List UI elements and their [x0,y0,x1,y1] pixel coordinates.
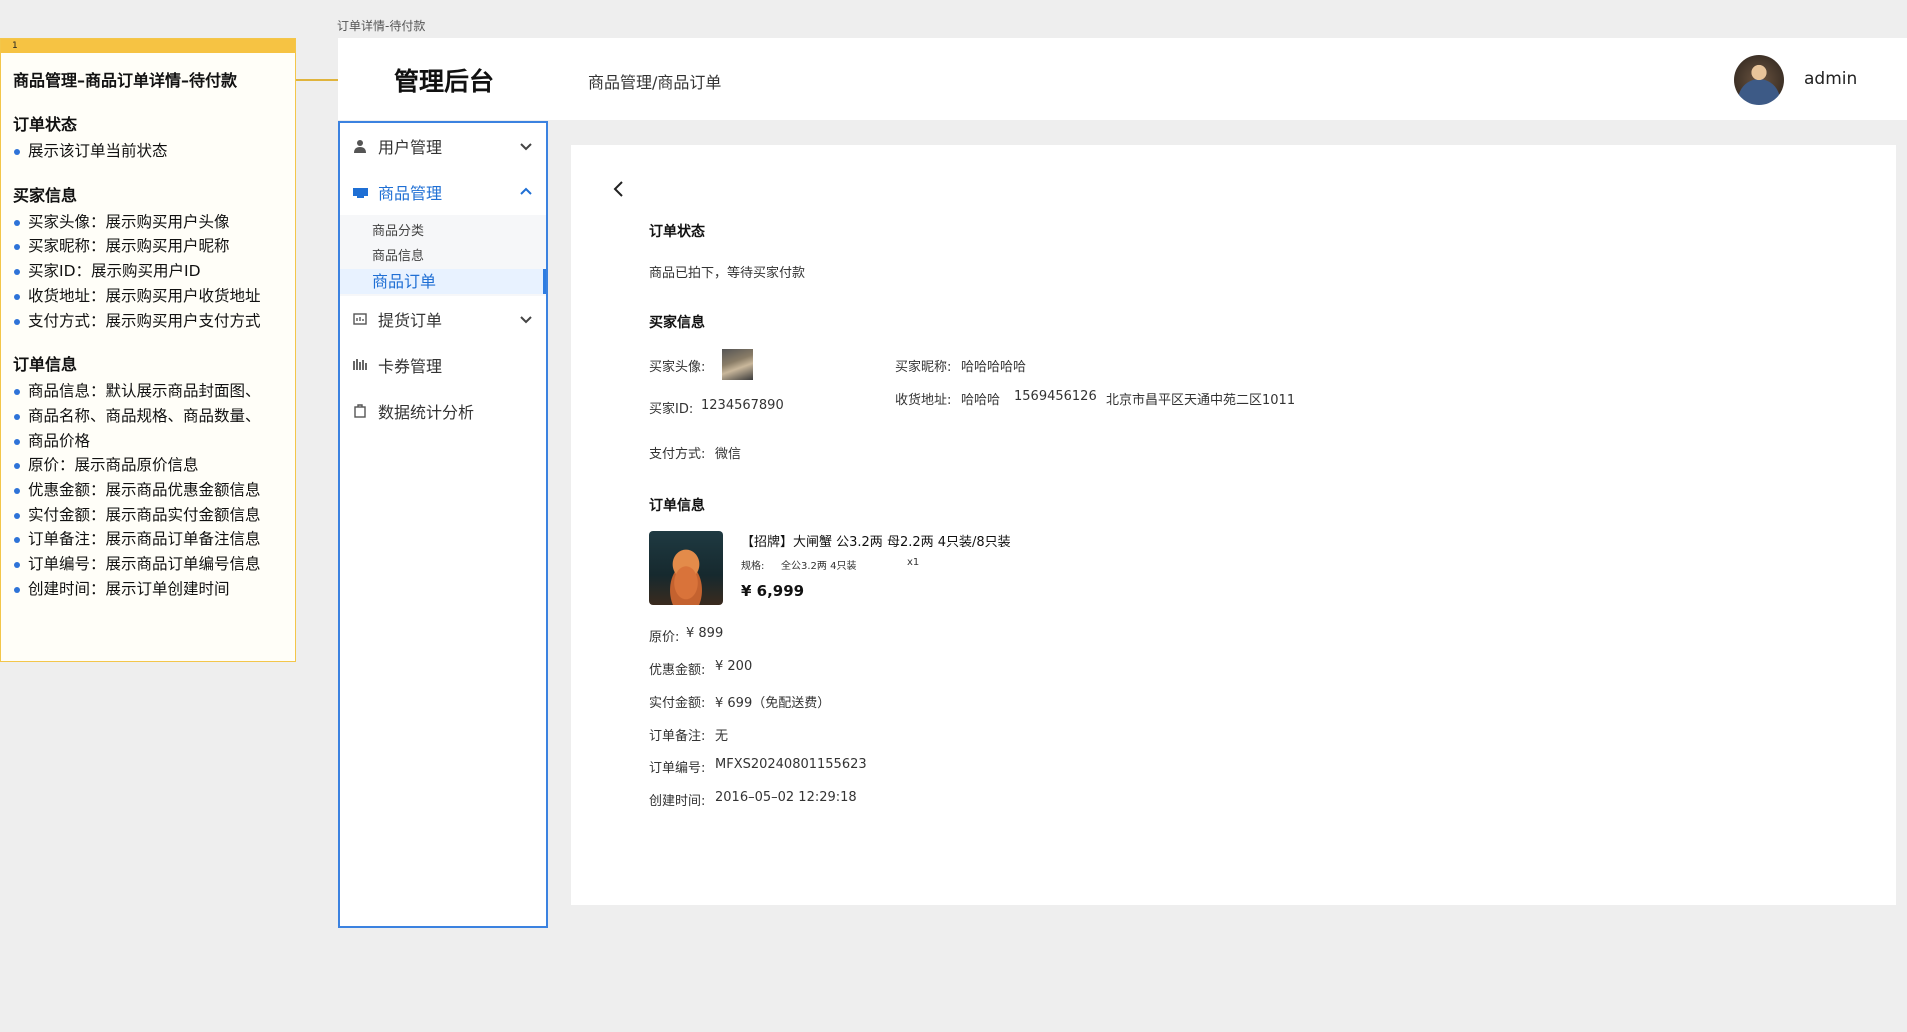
address-label: 收货地址: [895,393,952,408]
annotation-item: 优惠金额：展示商品优惠金额信息 [13,478,283,503]
buyer-avatar-label: 买家头像: [649,360,706,375]
buyer-id-label: 买家ID: [649,402,694,417]
breadcrumb: 商品管理/商品订单 [588,73,722,92]
order-number-value: MFXS20240801155623 [715,757,867,772]
goods-icon [352,184,368,200]
annotation-item: 订单备注：展示商品订单备注信息 [13,527,283,552]
pickup-icon [352,311,368,327]
user-name[interactable]: admin [1804,69,1857,89]
sidebar-item-pickup-orders[interactable]: 提货订单 [340,296,546,342]
annotation-list: 商品信息：默认展示商品封面图、 商品名称、商品规格、商品数量、 商品价格 原价：… [13,379,283,601]
annotation-item-continued: 商品名称、商品规格、商品数量、 [13,404,283,429]
sidebar-item-goods-management[interactable]: 商品管理 [340,169,546,215]
user-avatar[interactable] [1734,55,1784,105]
sidebar-item-statistics[interactable]: 数据统计分析 [340,388,546,434]
order-status-heading: 订单状态 [649,224,705,240]
sidebar-item-coupon-management[interactable]: 卡券管理 [340,342,546,388]
order-note-value: 无 [715,729,729,744]
sidebar-item-label: 商品管理 [378,184,443,203]
annotation-item: 买家头像：展示购买用户头像 [13,210,283,235]
brand-title: 管理后台 [394,67,495,96]
annotation-card: 1 商品管理–商品订单详情–待付款 订单状态 展示该订单当前状态 买家信息 买家… [0,38,296,662]
created-time-value: 2016–05–02 12:29:18 [715,790,857,805]
original-price-value: ¥ 899 [686,626,724,641]
chevron-down-icon [520,316,532,324]
annotation-list: 买家头像：展示购买用户头像 买家昵称：展示购买用户昵称 买家ID：展示购买用户I… [13,210,283,334]
sidebar-item-label: 卡券管理 [378,357,443,376]
discount-label: 优惠金额: [649,663,706,678]
annotation-item: 买家昵称：展示购买用户昵称 [13,234,283,259]
buyer-info-heading: 买家信息 [649,315,705,331]
buyer-nickname: 哈哈哈哈哈 [961,360,1027,375]
product-cover-image [649,531,723,605]
annotation-item: 订单编号：展示商品订单编号信息 [13,552,283,577]
buyer-avatar [722,349,753,380]
submenu-item-goods-order[interactable]: 商品订单 [340,269,546,294]
annotation-item-continued: 商品价格 [13,429,283,454]
annotation-item: 原价：展示商品原价信息 [13,453,283,478]
page-caption: 订单详情-待付款 [337,19,426,33]
sidebar-item-label: 提货订单 [378,311,443,330]
product-price: ¥ 6,999 [741,582,805,600]
annotation-heading: 订单状态 [13,115,78,134]
order-note-label: 订单备注: [649,729,706,744]
product-spec-label: 规格: [741,561,765,572]
annotation-item: 创建时间：展示订单创建时间 [13,577,283,602]
address-name: 哈哈哈 [961,393,1001,408]
annotation-item: 买家ID：展示购买用户ID [13,259,283,284]
product-name: 【招牌】大闸蟹 公3.2两 母2.2两 4只装/8只装 [741,535,1011,550]
order-detail-panel: 订单状态 商品已拍下，等待买家付款 买家信息 买家头像: 买家昵称: 哈哈哈哈哈… [571,145,1896,905]
top-header: 管理后台 商品管理/商品订单 admin [338,38,1907,120]
discount-value: ¥ 200 [715,659,753,674]
user-icon [352,138,368,154]
buyer-id: 1234567890 [701,398,784,413]
sidebar-item-label: 用户管理 [378,138,443,157]
original-price-label: 原价: [649,630,680,645]
submenu-item-goods-info[interactable]: 商品信息 [340,244,546,269]
payment-method: 微信 [715,447,742,462]
product-spec-value: 全公3.2两 4只装 [781,561,857,572]
annotation-item: 展示该订单当前状态 [13,139,283,164]
annotation-item: 收货地址：展示购买用户收货地址 [13,284,283,309]
annotation-list: 展示该订单当前状态 [13,139,283,164]
address-detail: 北京市昌平区天通中苑二区1011 [1106,393,1296,408]
goods-submenu: 商品分类 商品信息 商品订单 [340,215,546,296]
created-time-label: 创建时间: [649,794,706,809]
sidebar-item-label: 数据统计分析 [378,403,475,422]
annotation-item: 商品信息：默认展示商品封面图、 [13,379,283,404]
paid-amount-label: 实付金额: [649,696,706,711]
annotation-item: 支付方式：展示购买用户支付方式 [13,309,283,334]
order-info-heading: 订单信息 [649,498,705,514]
coupon-icon [352,357,368,373]
sidebar-item-user-management[interactable]: 用户管理 [340,123,546,169]
annotation-title: 商品管理–商品订单详情–待付款 [13,71,238,90]
stats-icon [352,403,368,419]
payment-label: 支付方式: [649,447,706,462]
address-phone: 1569456126 [1014,389,1097,404]
annotation-item: 实付金额：展示商品实付金额信息 [13,503,283,528]
sidebar: 用户管理 商品管理 商品分类 商品信息 商品订单 提货订单 卡券管理 数据统计分… [338,121,548,928]
annotation-heading: 订单信息 [13,355,78,375]
product-quantity: x1 [907,557,920,568]
chevron-up-icon [520,187,532,195]
annotation-badge: 1 [1,39,295,53]
chevron-down-icon [520,143,532,151]
annotation-heading: 买家信息 [13,185,78,205]
back-arrow-icon[interactable] [609,179,629,199]
submenu-item-goods-category[interactable]: 商品分类 [340,219,546,244]
buyer-nickname-label: 买家昵称: [895,360,952,375]
order-number-label: 订单编号: [649,761,706,776]
paid-amount-value: ¥ 699（免配送费） [715,696,831,711]
order-status-text: 商品已拍下，等待买家付款 [649,266,806,281]
